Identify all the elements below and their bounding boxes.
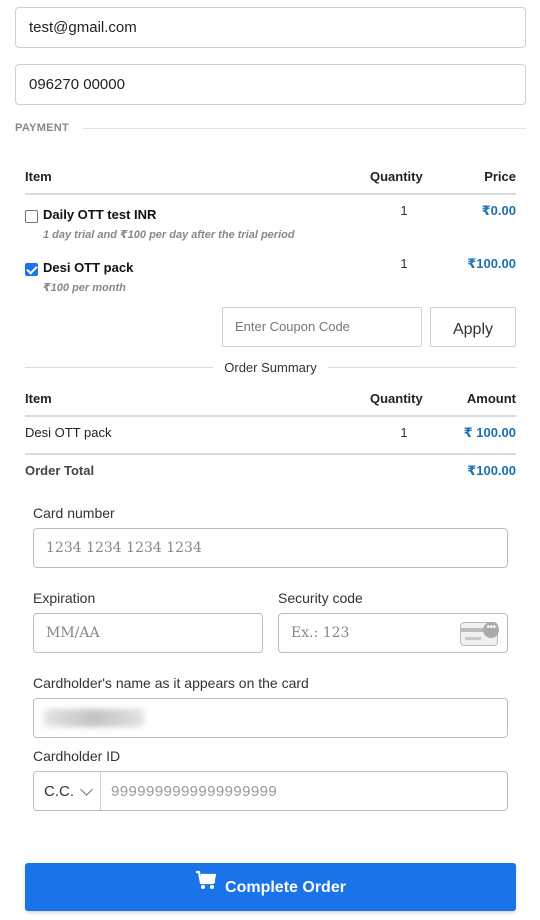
summary-header-rule (25, 415, 516, 417)
payment-section-label: PAYMENT (15, 122, 70, 134)
items-header-item: Item (25, 169, 52, 184)
summary-header-quantity: Quantity (370, 391, 423, 406)
apply-coupon-button[interactable]: Apply (430, 307, 516, 347)
item-subtitle: 1 day trial and ₹100 per day after the t… (43, 229, 295, 241)
summary-divider-right (328, 367, 516, 368)
summary-row-rule (25, 453, 516, 455)
complete-order-button[interactable]: Complete Order (25, 863, 516, 911)
coupon-input[interactable]: Enter Coupon Code (222, 307, 422, 347)
id-type-select[interactable]: C.C. (44, 772, 74, 812)
security-code-label: Security code (278, 590, 363, 606)
item-price: ₹100.00 (467, 256, 516, 271)
order-total-label: Order Total (25, 463, 95, 478)
phone-field[interactable]: 096270 00000 (15, 64, 526, 105)
order-total-value: ₹100.00 (467, 463, 516, 478)
item-name: Daily OTT test INR (43, 207, 157, 222)
item-checkbox-desi-ott[interactable] (25, 263, 38, 276)
card-number-label: Card number (33, 505, 115, 521)
items-header-quantity: Quantity (370, 169, 423, 184)
item-quantity: 1 (400, 256, 408, 271)
expiration-label: Expiration (33, 590, 96, 606)
section-divider (83, 128, 526, 129)
expiration-input[interactable]: MM/AA (33, 613, 263, 653)
items-header-rule (25, 193, 516, 195)
item-checkbox-daily-ott[interactable] (25, 210, 38, 223)
items-header-price: Price (484, 169, 516, 184)
cardholder-name-blurred-value (44, 709, 144, 727)
summary-header-item: Item (25, 391, 52, 406)
order-summary-title: Order Summary (224, 360, 317, 375)
email-field[interactable]: test@gmail.com (15, 7, 526, 48)
card-number-input[interactable]: 1234 1234 1234 1234 (33, 528, 508, 568)
item-name: Desi OTT pack (43, 260, 134, 275)
complete-order-label: Complete Order (225, 879, 346, 896)
summary-divider-left (25, 367, 213, 368)
item-subtitle: ₹100 per month (43, 282, 126, 294)
summary-row-amount: ₹ 100.00 (463, 425, 516, 440)
shopping-cart-icon (195, 861, 217, 911)
cardholder-id-label: Cardholder ID (33, 748, 121, 764)
chevron-down-icon[interactable] (80, 783, 93, 796)
id-number-input[interactable]: 9999999999999999999 (111, 772, 277, 812)
summary-row-item: Desi OTT pack (25, 425, 112, 440)
more-dots-icon: ••• (483, 622, 499, 638)
cardholder-id-field: C.C. 9999999999999999999 (33, 771, 508, 811)
item-price: ₹0.00 (481, 203, 516, 218)
cardholder-name-label: Cardholder's name as it appears on the c… (33, 675, 309, 691)
summary-header-amount: Amount (466, 391, 516, 406)
id-field-divider (100, 772, 101, 810)
summary-row-quantity: 1 (400, 425, 408, 440)
item-quantity: 1 (400, 203, 408, 218)
